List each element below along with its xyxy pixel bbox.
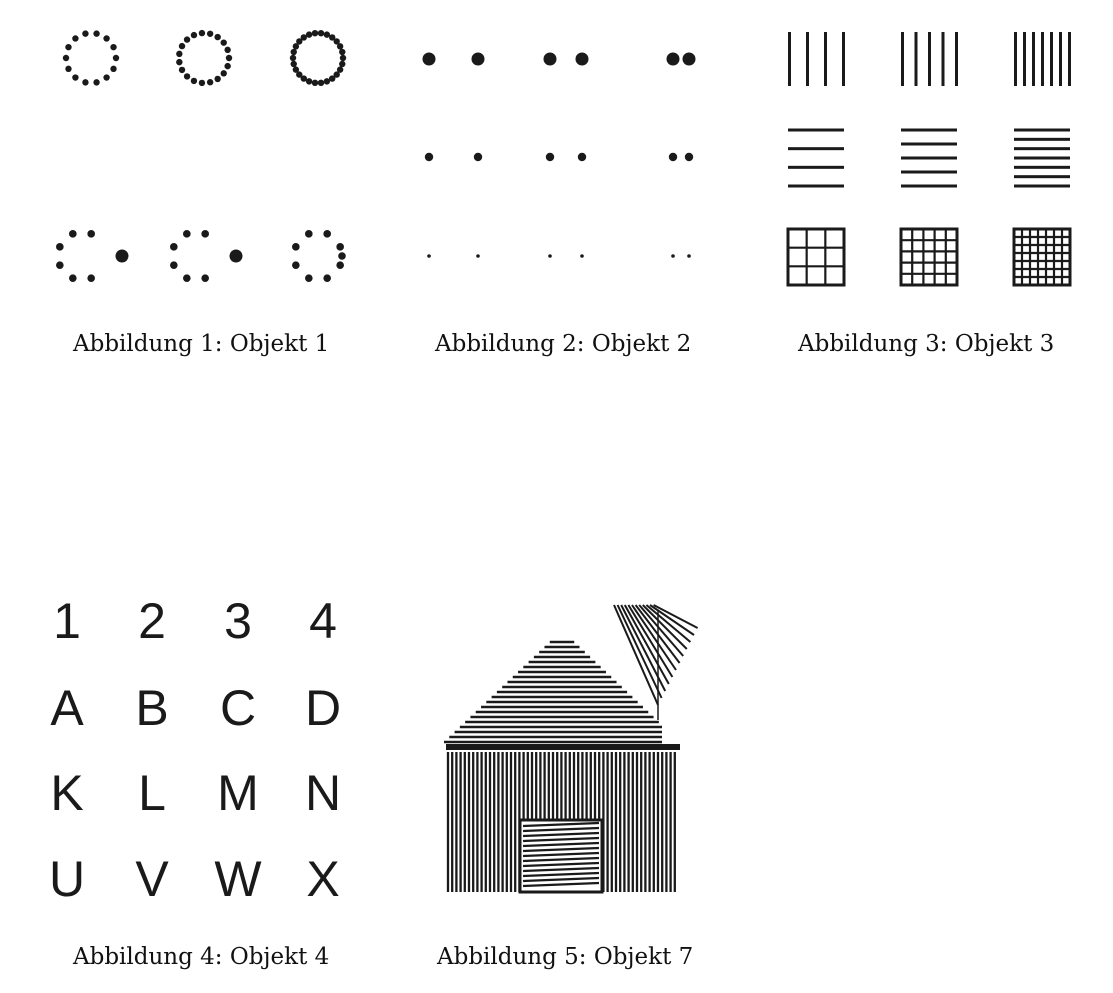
open-dot-shape-1 — [56, 230, 129, 282]
figure-3-caption: Abbildung 3: Objekt 3 — [798, 331, 1055, 357]
horizontal-grating-1 — [788, 128, 844, 188]
open-dot-shape-3 — [292, 230, 346, 282]
horizontal-grating-2 — [901, 128, 957, 188]
figure-1-dot-circles — [56, 29, 347, 282]
grid-glyph-r4-c4: X — [306, 851, 340, 907]
figure-5-caption: Abbildung 5: Objekt 7 — [437, 944, 694, 970]
grid-glyph-r4-c2: V — [135, 851, 169, 907]
dot-pair-r1-c1 — [422, 52, 485, 66]
grid-glyph-r3-c2: L — [138, 765, 166, 821]
dot-pair-r3-c3 — [671, 254, 691, 258]
figure-4-caption: Abbildung 4: Objekt 4 — [73, 944, 330, 970]
figure-1-caption: Abbildung 1: Objekt 1 — [73, 331, 330, 357]
grid-glyph-r4-c1: U — [48, 851, 86, 907]
dot-pair-r2-c1 — [424, 152, 483, 162]
vertical-grating-2 — [901, 32, 958, 86]
grid-glyph-r1-c4: 4 — [309, 593, 337, 649]
dot-pair-r1-c2 — [543, 52, 589, 66]
figure-2: Abbildung 2: Objekt 2 — [380, 0, 750, 380]
figure-4: 1 2 3 4 ABCD KLMN UVWX Abbildung 4: Objekt 4 — [0, 570, 380, 990]
horizontal-grating-3 — [1014, 128, 1070, 188]
figure-5: Abbildung 5: Objekt 7 — [400, 570, 740, 990]
grid-glyph-r1-c1: 1 — [53, 593, 81, 649]
grid-grating-3 — [1012, 227, 1072, 287]
dot-circle-2 — [176, 29, 233, 87]
figure-2-dot-pairs — [422, 52, 696, 258]
figure-2-caption: Abbildung 2: Objekt 2 — [435, 331, 692, 357]
vertical-grating-3 — [1014, 32, 1071, 86]
figure-1: Abbildung 1: Objekt 1 — [0, 0, 380, 380]
open-dot-shape-2 — [170, 230, 243, 282]
grid-glyph-r2-c3: C — [219, 680, 257, 736]
figure-3: Abbildung 3: Objekt 3 — [750, 0, 1113, 380]
figure-5-house-image — [444, 604, 699, 894]
grid-glyph-r2-c1: A — [50, 680, 84, 736]
dot-circle-1 — [62, 30, 120, 86]
house-door — [518, 818, 604, 894]
grid-glyph-r2-c4: D — [304, 680, 342, 736]
dot-pair-r3-c1 — [427, 254, 480, 258]
dot-pair-r1-c3 — [666, 52, 696, 66]
grid-glyph-r3-c4: N — [304, 765, 342, 821]
dot-pair-r2-c3 — [668, 152, 694, 162]
grid-glyph-r2-c2: B — [135, 680, 169, 736]
house-roof — [444, 640, 662, 744]
grid-glyph-r3-c1: K — [50, 765, 84, 821]
grid-glyph-r4-c3: W — [214, 851, 262, 907]
grid-grating-2 — [899, 227, 959, 287]
grid-glyph-r1-c2: 2 — [138, 593, 166, 649]
house-eave — [446, 744, 680, 750]
dot-pair-r2-c2 — [545, 152, 587, 162]
grid-grating-1 — [786, 227, 846, 287]
dot-pair-r3-c2 — [548, 254, 584, 258]
vertical-grating-1 — [788, 32, 845, 86]
grid-glyph-r3-c3: M — [217, 765, 259, 821]
grid-glyph-r1-c3: 3 — [224, 593, 252, 649]
figure-3-line-gratings — [786, 32, 1072, 287]
dot-circle-3 — [289, 29, 347, 87]
